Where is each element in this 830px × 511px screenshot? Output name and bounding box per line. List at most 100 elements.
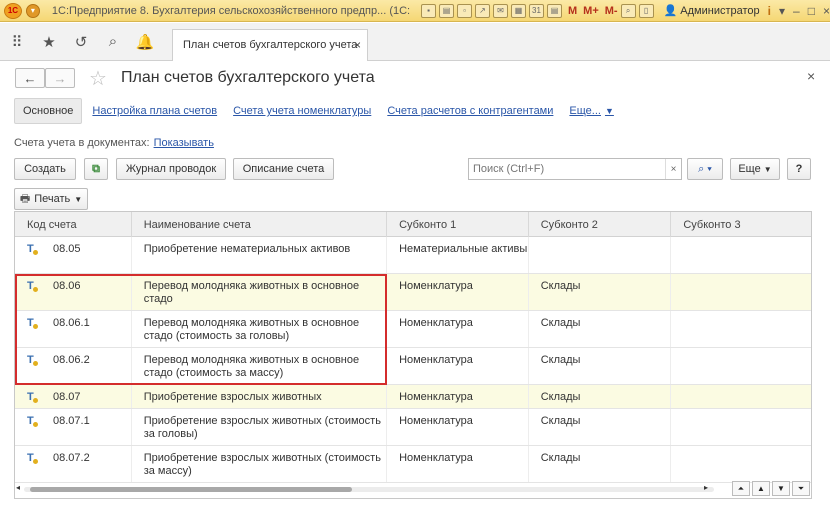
tab-counterparty-accounts[interactable]: Счета расчетов с контрагентами (379, 98, 561, 124)
more-label: Еще (738, 163, 761, 175)
maximize-button[interactable]: □ (808, 4, 815, 18)
code-cell: T 08.07 (15, 385, 132, 408)
tab-close-icon[interactable]: × (354, 38, 361, 52)
table-icon[interactable]: ▤ (547, 3, 562, 18)
bell-icon[interactable]: 🔔 (130, 27, 160, 57)
print-button[interactable]: 🖶 Печать ▼ (14, 188, 88, 210)
name-cell: Перевод молодняка животных в основное ст… (132, 274, 388, 310)
table-row[interactable]: T 08.07.2 Приобретение взрослых животных … (15, 446, 811, 483)
horizontal-scrollbar[interactable]: ◂ ▸ (16, 482, 728, 496)
name-cell: Перевод молодняка животных в основное ст… (132, 348, 388, 384)
help-button[interactable]: ? (787, 158, 811, 180)
form-close-icon[interactable]: × (807, 68, 815, 84)
account-icon: T (27, 317, 49, 347)
favorite-star-icon[interactable]: ☆ (89, 66, 107, 91)
main-menu-icon[interactable]: ▾ (25, 3, 40, 18)
table-row[interactable]: T 08.05 Приобретение нематериальных актив… (15, 237, 811, 274)
app-titlebar: 1C ▾ 1С:Предприятие 8. Бухгалтерия сельс… (0, 0, 830, 22)
subconto3-cell (671, 446, 811, 482)
list-navigation: ⏶ ▲ ▼ ⏷ (732, 481, 810, 496)
account-icon: T (27, 391, 49, 408)
column-header-subconto1[interactable]: Субконто 1 (387, 212, 529, 237)
favorites-star-icon[interactable]: ★ (34, 27, 64, 57)
name-cell: Приобретение взрослых животных (стоимост… (132, 446, 388, 482)
accounts-table: Код счета Наименование счета Субконто 1 … (14, 211, 812, 499)
memory-m-button[interactable]: M (568, 5, 577, 17)
table-row[interactable]: T 08.07 Приобретение взрослых животных Но… (15, 385, 811, 409)
next-row-icon[interactable]: ▼ (772, 481, 790, 496)
show-link[interactable]: Показывать (154, 137, 214, 149)
column-header-name[interactable]: Наименование счета (132, 212, 388, 237)
forward-button[interactable]: → (45, 68, 75, 88)
close-window-button[interactable]: × (823, 4, 830, 18)
clear-search-icon[interactable]: × (665, 159, 681, 179)
description-button[interactable]: Описание счета (233, 158, 334, 180)
subconto3-cell (671, 348, 811, 384)
code-cell: T 08.06 (15, 274, 132, 310)
user-menu[interactable]: 👤 Администратор (664, 4, 760, 18)
table-row[interactable]: T 08.06.2 Перевод молодняка животных в ос… (15, 348, 811, 385)
docs-accounts-label: Счета учета в документах: (14, 137, 150, 149)
column-header-code[interactable]: Код счета (15, 212, 132, 237)
scroll-thumb[interactable] (30, 487, 352, 492)
tab-chart-of-accounts[interactable]: План счетов бухгалтерского учета × (172, 28, 368, 61)
menu-chevron-icon[interactable]: ▾ (779, 4, 785, 18)
link-icon[interactable]: ↗ (475, 3, 490, 18)
memory-plus-button[interactable]: M+ (583, 5, 599, 17)
save-icon[interactable]: ▪ (421, 3, 436, 18)
table-row[interactable]: T 08.06 Перевод молодняка животных в осно… (15, 274, 811, 311)
subconto2-cell: Склады (529, 385, 672, 408)
minimize-button[interactable]: – (793, 4, 800, 18)
subconto1-cell: Нематериальные активы (387, 237, 529, 273)
chevron-down-icon: ▼ (74, 194, 83, 204)
search-field[interactable]: × (468, 158, 682, 180)
column-header-subconto3[interactable]: Субконто 3 (671, 212, 811, 237)
back-button[interactable]: ← (15, 68, 45, 88)
calendar-icon[interactable]: 31 (529, 3, 544, 18)
search-input[interactable] (469, 163, 665, 175)
grid-menu-icon[interactable]: ⠿ (2, 27, 32, 57)
copy-icon[interactable]: ⧉ (84, 158, 108, 180)
scroll-right-icon[interactable]: ▸ (704, 483, 708, 492)
user-name: Администратор (680, 4, 760, 17)
first-row-icon[interactable]: ⏶ (732, 481, 750, 496)
panels-icon[interactable]: ▯ (638, 3, 654, 18)
chevron-down-icon: ▼ (763, 164, 772, 174)
memory-minus-button[interactable]: M- (605, 5, 618, 17)
create-button[interactable]: Создать (14, 158, 76, 180)
calculator-icon[interactable]: ▦ (511, 3, 526, 18)
search-options-button[interactable]: ⌕ ▾ (687, 158, 723, 180)
form-tabs: Основное Настройка плана счетов Счета уч… (14, 97, 622, 125)
history-icon[interactable]: ↺ (66, 27, 96, 57)
previous-row-icon[interactable]: ▲ (752, 481, 770, 496)
account-icon: T (27, 452, 49, 482)
table-row[interactable]: T 08.06.1 Перевод молодняка животных в ос… (15, 311, 811, 348)
tab-more[interactable]: Еще... ▼ (561, 98, 621, 124)
name-cell: Приобретение взрослых животных (132, 385, 388, 408)
search-icon[interactable]: ⌕ (98, 27, 128, 57)
last-row-icon[interactable]: ⏷ (792, 481, 810, 496)
tab-nomenclature-accounts[interactable]: Счета учета номенклатуры (225, 98, 379, 124)
account-icon: T (27, 354, 49, 384)
code-cell: T 08.06.2 (15, 348, 132, 384)
more-button[interactable]: Еще ▼ (730, 158, 780, 180)
tab-plan-settings[interactable]: Настройка плана счетов (84, 98, 225, 124)
subconto1-cell: Номенклатура (387, 311, 529, 347)
name-cell: Приобретение взрослых животных (стоимост… (132, 409, 388, 445)
print-icon[interactable]: ▤ (439, 3, 454, 18)
section-bar: ⠿ ★ ↺ ⌕ 🔔 План счетов бухгалтерского уче… (0, 23, 830, 61)
subconto2-cell: Склады (529, 274, 672, 310)
table-row[interactable]: T 08.07.1 Приобретение взрослых животных … (15, 409, 811, 446)
name-cell: Приобретение нематериальных активов (132, 237, 388, 273)
subconto1-cell: Номенклатура (387, 446, 529, 482)
subconto3-cell (671, 409, 811, 445)
print-label: Печать (34, 193, 71, 205)
zoom-icon[interactable]: ⌕ (620, 3, 636, 18)
info-icon[interactable]: i (768, 4, 771, 18)
column-header-subconto2[interactable]: Субконто 2 (529, 212, 672, 237)
preview-icon[interactable]: ▫ (457, 3, 472, 18)
tab-main[interactable]: Основное (14, 98, 83, 124)
attach-icon[interactable]: ✉ (493, 3, 508, 18)
journal-button[interactable]: Журнал проводок (116, 158, 226, 180)
scroll-left-icon[interactable]: ◂ (16, 483, 20, 492)
